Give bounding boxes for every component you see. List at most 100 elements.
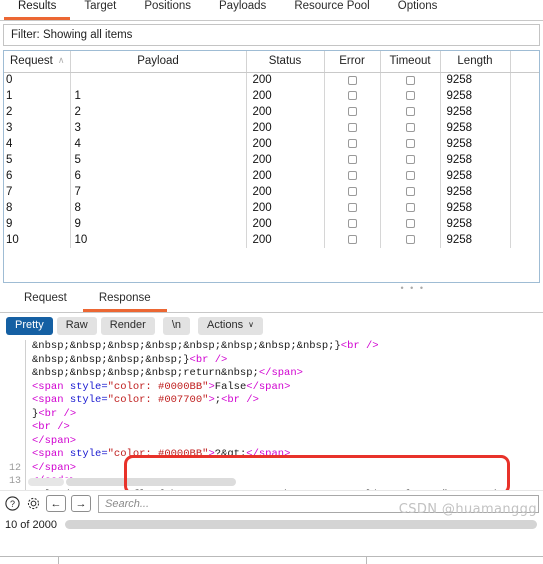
timeout-checkbox[interactable] [405, 123, 415, 133]
view-button-pretty[interactable]: Pretty [6, 317, 53, 335]
tab-resource-pool[interactable]: Resource Pool [280, 0, 383, 20]
code-horizontal-scrollbar[interactable] [28, 478, 543, 486]
column-header-length[interactable]: Length [440, 51, 511, 73]
timeout-checkbox[interactable] [405, 187, 415, 197]
gear-icon[interactable] [25, 496, 41, 512]
attack-progress-bar [65, 520, 537, 529]
error-checkbox[interactable] [347, 203, 357, 213]
table-row[interactable]: 2 2 200 9258 [4, 104, 539, 120]
column-header-payload[interactable]: Payload [70, 51, 247, 73]
cell-request: 5 [4, 152, 71, 168]
error-checkbox[interactable] [347, 235, 357, 245]
view-button-render[interactable]: Render [100, 317, 155, 335]
timeout-checkbox[interactable] [405, 107, 415, 117]
code-line: &nbsp;&nbsp;&nbsp;&nbsp;&nbsp;&nbsp;&nbs… [32, 340, 543, 354]
error-checkbox[interactable] [347, 155, 357, 165]
tab-response[interactable]: Response [82, 289, 167, 312]
column-header-request[interactable]: Request ∧ [4, 51, 71, 73]
code-scrollbar-thumb[interactable] [66, 478, 236, 486]
error-checkbox[interactable] [347, 219, 357, 229]
cell-request: 4 [4, 136, 71, 152]
code-line: <span style="color: #007700">;<br /> [32, 394, 543, 408]
cell-error [324, 136, 381, 152]
table-row[interactable]: 1 1 200 9258 [4, 88, 539, 104]
tab-payloads[interactable]: Payloads [205, 0, 280, 20]
code-line: <span style="color: #0000BB">False</span… [32, 381, 543, 395]
cell-filler [510, 232, 539, 248]
timeout-checkbox[interactable] [405, 91, 415, 101]
view-button-label: Render [109, 319, 146, 331]
timeout-checkbox[interactable] [405, 139, 415, 149]
code-line: </span> [32, 435, 543, 449]
table-row[interactable]: 4 4 200 9258 [4, 136, 539, 152]
error-checkbox[interactable] [347, 107, 357, 117]
cell-payload [70, 72, 247, 88]
table-row[interactable]: 9 9 200 9258 [4, 216, 539, 232]
table-row[interactable]: 3 3 200 9258 [4, 120, 539, 136]
search-next-button[interactable]: → [71, 495, 91, 512]
code-token-val: "color: #0000BB" [107, 380, 209, 393]
table-row[interactable]: 5 5 200 9258 [4, 152, 539, 168]
cell-status: 200 [246, 136, 325, 152]
error-checkbox[interactable] [347, 91, 357, 101]
cell-status: 200 [246, 104, 325, 120]
timeout-checkbox[interactable] [405, 203, 415, 213]
column-header-label: Payload [137, 55, 179, 68]
results-table: Request ∧ Payload Status Error Timeout Length … [4, 51, 539, 248]
error-checkbox[interactable] [347, 75, 357, 85]
timeout-checkbox[interactable] [405, 155, 415, 165]
column-header-error[interactable]: Error [324, 51, 381, 73]
view-button-actions[interactable]: Actions ∨ [198, 317, 263, 335]
cell-status: 200 [246, 88, 325, 104]
cell-timeout [380, 120, 441, 136]
line-number [0, 367, 25, 381]
table-row[interactable]: 6 6 200 9258 [4, 168, 539, 184]
code-token-tag: <br /> [32, 421, 70, 433]
filter-bar[interactable]: Filter: Showing all items [3, 24, 540, 46]
timeout-checkbox[interactable] [405, 171, 415, 181]
code-line: <span style="color: #0000BB">?&gt;</span… [32, 448, 543, 462]
pane-splitter[interactable]: • • • [0, 283, 543, 293]
timeout-checkbox[interactable] [405, 219, 415, 229]
view-button-label: Pretty [15, 319, 44, 331]
cell-timeout [380, 184, 441, 200]
error-checkbox[interactable] [347, 187, 357, 197]
code-token-tag: <br /> [340, 340, 379, 352]
table-row[interactable]: 10 10 200 9258 [4, 232, 539, 248]
tab-options[interactable]: Options [384, 0, 452, 20]
cell-timeout [380, 72, 441, 88]
cell-timeout [380, 216, 441, 232]
filter-bar-container: Filter: Showing all items [0, 21, 543, 46]
table-row[interactable]: 8 8 200 9258 [4, 200, 539, 216]
line-number: 12 [8, 462, 21, 474]
error-checkbox[interactable] [347, 123, 357, 133]
code-token-tag: <br /> [38, 407, 77, 420]
code-scrollbar-thumb-left[interactable] [28, 478, 64, 486]
code-token-tag: <br /> [189, 353, 228, 366]
view-button-n[interactable]: \n [162, 317, 191, 335]
cell-error [324, 120, 381, 136]
cell-length: 9258 [440, 216, 511, 232]
tab-results[interactable]: Results [4, 0, 71, 20]
tab-positions[interactable]: Positions [130, 0, 205, 20]
timeout-checkbox[interactable] [405, 235, 415, 245]
column-header-timeout[interactable]: Timeout [380, 51, 441, 73]
error-checkbox[interactable] [347, 139, 357, 149]
tab-request[interactable]: Request [8, 289, 83, 312]
cell-length: 9258 [440, 136, 511, 152]
cell-length: 9258 [440, 88, 511, 104]
tab-target[interactable]: Target [70, 0, 130, 20]
table-row[interactable]: 0 200 9258 [4, 72, 539, 88]
column-header-label: Error [339, 55, 365, 68]
view-button-raw[interactable]: Raw [56, 317, 97, 335]
help-icon[interactable]: ? [4, 496, 20, 512]
search-prev-button[interactable]: ← [46, 495, 66, 512]
column-header-status[interactable]: Status [246, 51, 325, 73]
cell-timeout [380, 104, 441, 120]
response-code-viewer[interactable]: 12 13 &nbsp;&nbsp;&nbsp;&nbsp;&nbsp;&nbsp… [0, 340, 543, 490]
error-checkbox[interactable] [347, 171, 357, 181]
cell-timeout [380, 152, 441, 168]
code-line: &nbsp;&nbsp;&nbsp;&nbsp;}<br /> [32, 354, 543, 368]
timeout-checkbox[interactable] [405, 75, 415, 85]
table-row[interactable]: 7 7 200 9258 [4, 184, 539, 200]
